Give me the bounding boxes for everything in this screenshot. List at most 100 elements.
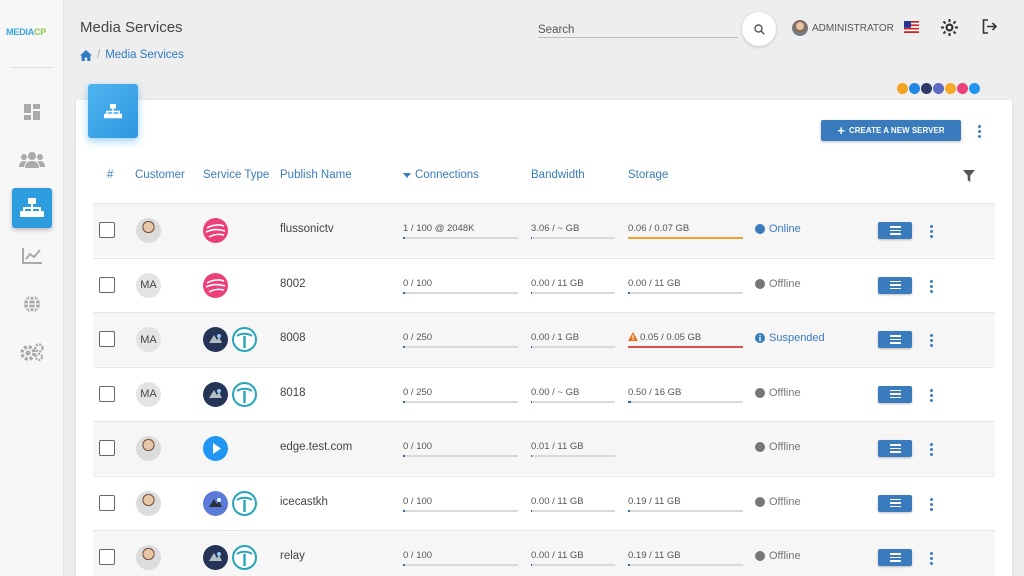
row-checkbox[interactable]: [99, 494, 115, 511]
row-more-icon[interactable]: [929, 497, 933, 511]
publish-name[interactable]: flussonictv: [280, 223, 334, 235]
publish-name[interactable]: 8008: [280, 332, 306, 344]
card-more-icon[interactable]: [977, 125, 981, 138]
connections-bar: [403, 237, 518, 239]
row-more-icon[interactable]: [929, 334, 933, 347]
row-more-icon[interactable]: [929, 388, 933, 402]
row-menu-button[interactable]: [878, 549, 912, 566]
app-logo[interactable]: MEDIACP: [6, 27, 46, 37]
customer-avatar[interactable]: MA: [136, 381, 161, 407]
column-header-service-type[interactable]: Service Type: [203, 169, 269, 181]
bandwidth-value: 3.06 / ~ GB: [531, 223, 580, 234]
row-checkbox[interactable]: [99, 549, 115, 565]
bandwidth-meter: 3.06 / ~ GB: [531, 223, 615, 239]
connections-bar-fill: [403, 509, 405, 512]
column-header-connections[interactable]: Connections: [403, 169, 479, 181]
row-menu-button[interactable]: [878, 385, 912, 403]
row-checkbox[interactable]: [99, 276, 115, 293]
user-menu[interactable]: ADMINISTRATOR: [792, 20, 894, 36]
search-field: [538, 20, 738, 38]
storage-text: 0.06 / 0.07 GB: [628, 223, 690, 234]
storage-bar: [628, 237, 743, 239]
row-menu-button[interactable]: [878, 222, 912, 239]
breadcrumb-current[interactable]: Media Services: [105, 49, 184, 61]
publish-name[interactable]: icecastkh: [280, 496, 328, 508]
publish-name[interactable]: edge.test.com: [280, 441, 352, 453]
brand-dot-icon[interactable]: [909, 83, 920, 94]
table-row[interactable]: relay 0 / 100 0.00 / 11 GB 0.19 / 11 GB …: [93, 530, 995, 576]
table-row[interactable]: MA 8002 0 / 100 0.00 / 11 GB 0.00 / 11 G…: [93, 257, 995, 312]
customer-avatar[interactable]: [136, 218, 161, 243]
brand-dot-icon[interactable]: [897, 83, 908, 94]
info-icon: [755, 333, 765, 343]
sidebar-item-customers[interactable]: [12, 140, 52, 180]
us-flag-icon[interactable]: [904, 21, 919, 33]
breadcrumb-separator: /: [97, 49, 101, 61]
sidebar-item-statistics[interactable]: [12, 236, 52, 276]
customer-avatar[interactable]: MA: [136, 272, 161, 298]
row-more-icon[interactable]: [929, 443, 933, 456]
customer-avatar[interactable]: [136, 436, 161, 461]
bandwidth-meter: 0.01 / 11 GB: [531, 441, 615, 457]
status-dot-icon: [755, 496, 765, 507]
sidebar-item-dashboard[interactable]: [12, 92, 52, 132]
brand-dot-icon[interactable]: [921, 83, 932, 94]
publish-name[interactable]: 8018: [280, 387, 306, 399]
logout-icon[interactable]: [982, 19, 997, 34]
storage-bar-fill: [628, 509, 631, 512]
sidebar-item-network[interactable]: [12, 284, 52, 324]
column-header-publish-name[interactable]: Publish Name: [280, 169, 352, 181]
customer-avatar[interactable]: MA: [136, 327, 161, 352]
flussonic-icon: [203, 218, 228, 243]
brand-dot-icon[interactable]: [933, 83, 944, 94]
table-row[interactable]: edge.test.com 0 / 100 0.01 / 11 GB Offli…: [93, 421, 995, 475]
storage-value: 0.19 / 11 GB: [628, 550, 743, 561]
row-menu-button[interactable]: [878, 440, 912, 457]
customer-avatar[interactable]: [136, 545, 161, 570]
row-checkbox[interactable]: [99, 440, 115, 456]
shoutcast-icon: [203, 381, 228, 407]
connections-value: 0 / 100: [403, 550, 433, 561]
home-icon[interactable]: [80, 49, 92, 61]
publish-name[interactable]: 8002: [280, 278, 306, 290]
row-more-icon[interactable]: [929, 225, 933, 238]
filter-icon[interactable]: [963, 170, 975, 182]
create-server-button[interactable]: + CREATE A NEW SERVER: [821, 120, 961, 141]
storage-bar-fill: [628, 237, 743, 239]
row-checkbox[interactable]: [99, 331, 115, 347]
table-row[interactable]: MA 8008 0 / 250 0.00 / 1 GB 0.05 / 0.05 …: [93, 312, 995, 366]
row-more-icon[interactable]: [929, 279, 933, 293]
bandwidth-meter: 0.00 / 1 GB: [531, 332, 615, 348]
customer-avatar[interactable]: [136, 490, 161, 516]
search-input[interactable]: [538, 24, 738, 36]
table-row[interactable]: flussonictv 1 / 100 @ 2048K 3.06 / ~ GB …: [93, 203, 995, 257]
sidebar-item-settings[interactable]: [12, 332, 52, 372]
storage-value: 0.50 / 16 GB: [628, 387, 743, 398]
brand-dot-icon[interactable]: [945, 83, 956, 94]
publish-name[interactable]: relay: [280, 550, 305, 562]
brand-dot-icon[interactable]: [969, 83, 980, 94]
storage-value: 0.00 / 11 GB: [628, 278, 743, 289]
table-row[interactable]: MA 8018 0 / 250 0.00 / ~ GB 0.50 / 16 GB…: [93, 366, 995, 421]
bandwidth-value: 0.00 / 11 GB: [531, 550, 584, 561]
column-header-storage[interactable]: Storage: [628, 169, 668, 181]
service-type-icons: [203, 272, 228, 298]
theme-toggle-icon[interactable]: [941, 19, 958, 36]
column-header-customer[interactable]: Customer: [135, 169, 185, 181]
table-row[interactable]: icecastkh 0 / 100 0.00 / 11 GB 0.19 / 11…: [93, 475, 995, 530]
row-menu-button[interactable]: [878, 331, 912, 348]
row-menu-button[interactable]: [878, 494, 912, 512]
search-button[interactable]: [742, 12, 776, 46]
storage-text: 0.00 / 11 GB: [628, 277, 681, 289]
row-more-icon[interactable]: [929, 552, 933, 565]
column-header-bandwidth[interactable]: Bandwidth: [531, 169, 585, 181]
row-checkbox[interactable]: [99, 385, 115, 402]
row-checkbox[interactable]: [99, 222, 115, 238]
storage-text: 0.19 / 11 GB: [628, 495, 681, 507]
sitemap-icon: [20, 198, 44, 217]
brand-dot-icon[interactable]: [957, 83, 968, 94]
bandwidth-bar: [531, 346, 615, 348]
status-badge: Offline: [755, 441, 801, 453]
sidebar-item-media-services[interactable]: [12, 188, 52, 228]
row-menu-button[interactable]: [878, 276, 912, 294]
